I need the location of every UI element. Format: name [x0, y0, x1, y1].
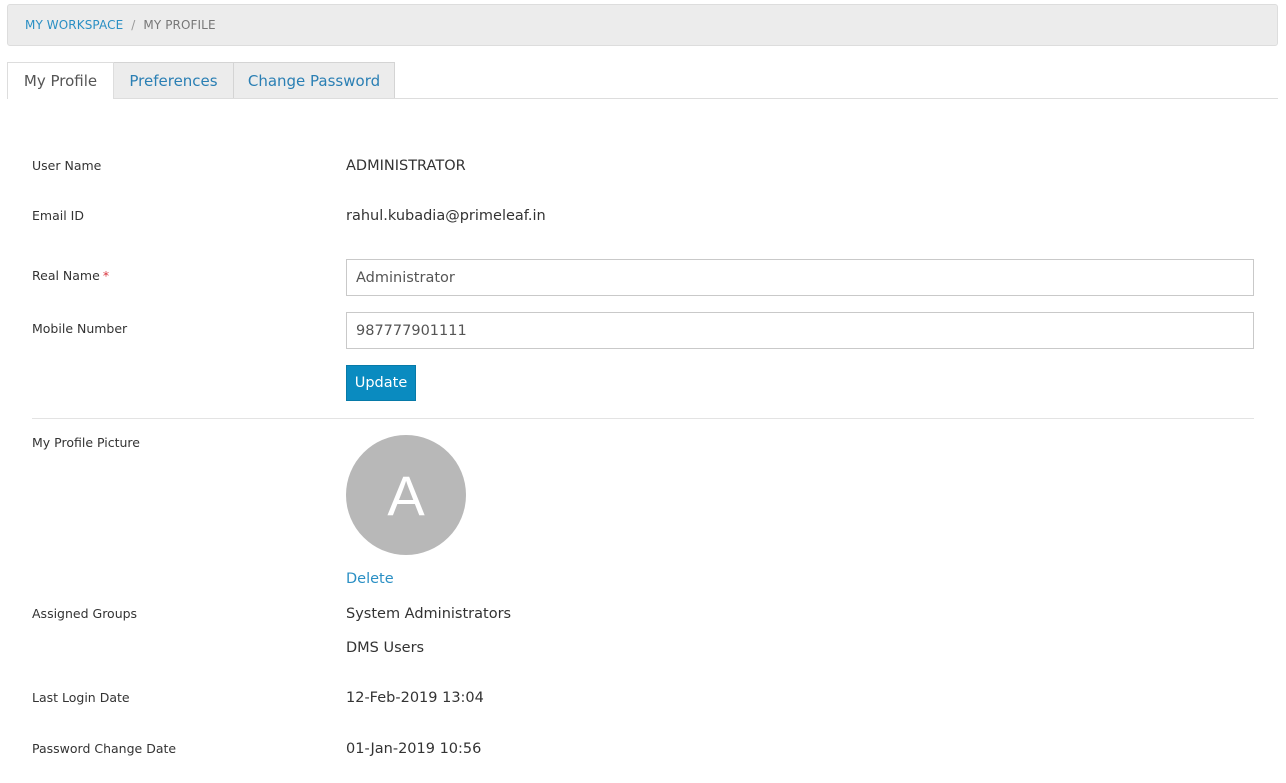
tab-my-profile[interactable]: My Profile [7, 62, 114, 99]
password-change-label: Password Change Date [32, 741, 177, 756]
avatar: A [346, 435, 466, 555]
username-value: ADMINISTRATOR [346, 158, 466, 174]
required-marker: * [102, 268, 110, 283]
breadcrumb-my-workspace-link[interactable]: MY WORKSPACE [25, 18, 123, 32]
email-value: rahul.kubadia@primeleaf.in [346, 208, 546, 224]
last-login-label: Last Login Date [32, 690, 130, 705]
mobile-input[interactable] [346, 312, 1254, 349]
realname-label-text: Real Name [32, 268, 100, 283]
username-label: User Name [32, 158, 102, 173]
tab-preferences[interactable]: Preferences [113, 62, 234, 98]
last-login-value: 12-Feb-2019 13:04 [346, 690, 484, 706]
delete-picture-link[interactable]: Delete [346, 571, 394, 587]
group-item: System Administrators [346, 606, 512, 622]
tabs-underline [7, 98, 1278, 99]
breadcrumb-current: MY PROFILE [143, 18, 216, 32]
update-button[interactable]: Update [346, 365, 416, 401]
group-item: DMS Users [346, 640, 425, 656]
tab-change-password[interactable]: Change Password [233, 62, 395, 98]
section-divider [32, 418, 1254, 419]
profile-picture-label: My Profile Picture [32, 435, 140, 450]
password-change-value: 01-Jan-2019 10:56 [346, 741, 482, 757]
email-label: Email ID [32, 208, 84, 223]
breadcrumb: MY WORKSPACE / MY PROFILE [7, 4, 1278, 46]
breadcrumb-separator: / [131, 18, 136, 32]
realname-input[interactable] [346, 259, 1254, 296]
realname-label: Real Name * [32, 268, 109, 283]
mobile-label: Mobile Number [32, 321, 128, 336]
assigned-groups-label: Assigned Groups [32, 606, 138, 621]
my-profile-page: MY WORKSPACE / MY PROFILE My Profile Pre… [0, 0, 1286, 783]
